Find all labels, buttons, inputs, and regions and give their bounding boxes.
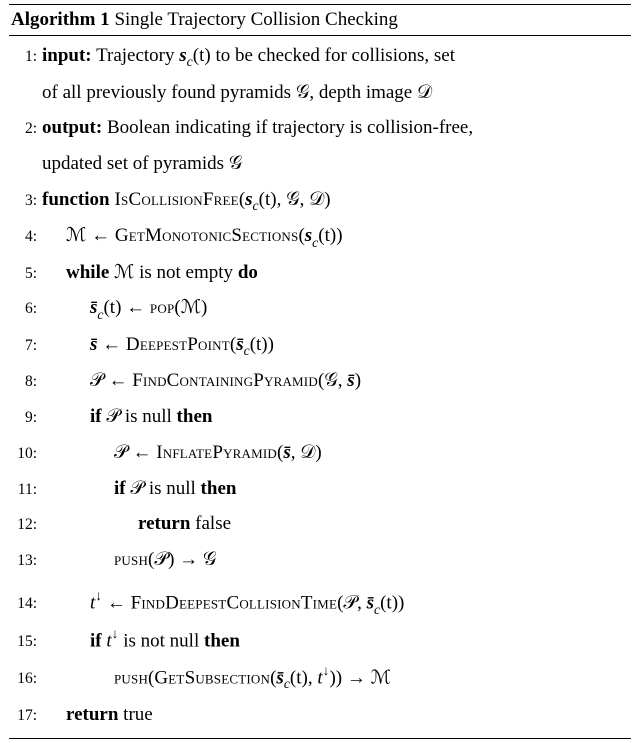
algorithm-label: Algorithm 1: [11, 9, 110, 30]
algo-line: 3: function IsCollisionFree(sc(t), 𝒢, 𝒟): [9, 182, 631, 219]
rule-bottom: [9, 738, 631, 739]
algo-line: 11: if 𝒫 is null then: [9, 471, 631, 507]
algorithm-block: Algorithm 1 Single Trajectory Collision …: [9, 4, 631, 739]
line-content: input: Trajectory sc(t) to be checked fo…: [42, 38, 631, 75]
algo-line: 12: return false: [9, 506, 631, 542]
algo-line: 8: 𝒫 ← FindContainingPyramid(𝒢, s̄): [9, 363, 631, 399]
algo-line: 7: s̄ ← DeepestPoint(s̄c(t)): [9, 327, 631, 364]
algorithm-name: Single Trajectory Collision Checking: [114, 9, 397, 30]
algo-line: 6: s̄c(t) ← pop(ℳ): [9, 290, 631, 327]
algo-line: 1: input: Trajectory sc(t) to be checked…: [9, 38, 631, 75]
algo-line: 13: push(𝒫) → 𝒢: [9, 542, 631, 578]
algo-line: 17: return true: [9, 697, 631, 733]
algo-line: 10: 𝒫 ← InflatePyramid(s̄, 𝒟): [9, 435, 631, 471]
line-number: 1:: [9, 42, 42, 71]
algorithm-title: Algorithm 1 Single Trajectory Collision …: [9, 5, 631, 35]
algo-line: 9: if 𝒫 is null then: [9, 399, 631, 435]
algo-line: 15: if t↓ is not null then: [9, 622, 631, 659]
algo-line: 14: t↓ ← FindDeepestCollisionTime(𝒫, s̄c…: [9, 584, 631, 622]
algorithm-body: 1: input: Trajectory sc(t) to be checked…: [9, 36, 631, 738]
algo-line: 2: output: Boolean indicating if traject…: [9, 110, 631, 146]
algo-line-cont: of all previously found pyramids 𝒢, dept…: [9, 75, 631, 111]
algo-line: 5: while ℳ is not empty do: [9, 255, 631, 291]
algo-line: 4: ℳ ← GetMonotonicSections(sc(t)): [9, 218, 631, 255]
algo-line-cont: updated set of pyramids 𝒢: [9, 146, 631, 182]
algo-line: 16: push(GetSubsection(s̄c(t), t↓)) → ℳ: [9, 659, 631, 697]
